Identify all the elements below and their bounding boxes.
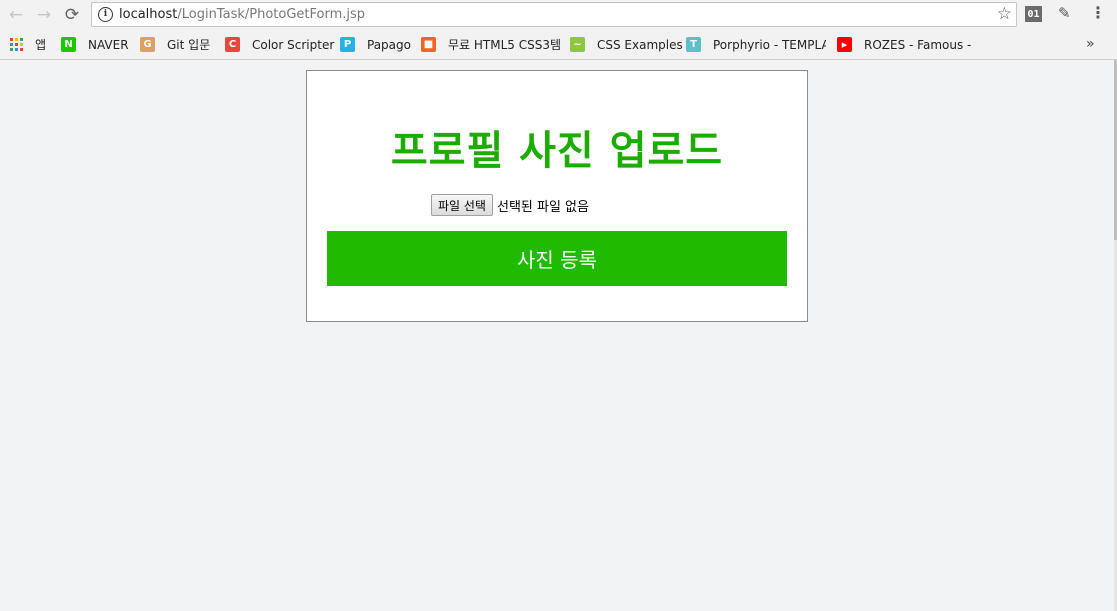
bookmark-label: Porphyrio - TEMPLA (713, 37, 826, 52)
bookmarks-bar: 앱 N NAVER G Git 입문 C Color Scripter P Pa… (0, 30, 1117, 60)
bookmark-label: 앱 (35, 38, 47, 52)
bookmark-rozes[interactable]: ▶ ROZES - Famous - Y (837, 30, 973, 59)
bookmark-label: Papago (367, 37, 411, 52)
eyedropper-icon[interactable]: ✎ (1058, 4, 1071, 22)
browser-menu-icon[interactable]: ⋮ (1090, 3, 1106, 22)
address-bar[interactable]: i localhost/LoginTask/PhotoGetForm.jsp ☆ (91, 2, 1017, 27)
css-examples-icon: ~ (570, 37, 585, 52)
papago-icon: P (340, 37, 355, 52)
bookmark-template[interactable]: ■ 무료 HTML5 CSS3템 (421, 30, 561, 59)
url-text: localhost/LoginTask/PhotoGetForm.jsp (119, 7, 365, 22)
naver-icon: N (61, 37, 76, 52)
bookmark-label: Git 입문 (167, 38, 211, 52)
choose-file-button[interactable]: 파일 선택 (431, 194, 493, 216)
bookmark-css-examples[interactable]: ~ CSS Examples (570, 30, 683, 59)
back-arrow-icon[interactable]: ← (4, 3, 28, 27)
bookmark-papago[interactable]: P Papago (340, 30, 411, 59)
bookmark-label: CSS Examples (597, 37, 683, 52)
url-path: /LoginTask/PhotoGetForm.jsp (177, 7, 366, 22)
bookmark-label: ROZES - Famous - Y (864, 37, 973, 52)
bookmark-label: Color Scripter (252, 37, 335, 52)
extension-01-icon[interactable]: 01 (1025, 6, 1042, 22)
bookmark-label: NAVER (88, 37, 129, 52)
bookmark-porphyrio[interactable]: T Porphyrio - TEMPLA (686, 30, 826, 59)
photo-upload-form: 프로필 사진 업로드 파일 선택 선택된 파일 없음 사진 등록 (306, 70, 808, 322)
git-icon: G (140, 37, 155, 52)
bookmark-apps[interactable]: 앱 (10, 30, 46, 59)
url-host: localhost (119, 7, 178, 22)
more-bookmarks-icon[interactable]: » (1086, 36, 1095, 52)
bookmark-label: 무료 HTML5 CSS3템 (448, 38, 562, 52)
file-input[interactable]: 파일 선택 선택된 파일 없음 (431, 194, 589, 216)
apps-grid-icon (10, 38, 23, 51)
info-icon[interactable]: i (98, 7, 113, 22)
bookmark-git[interactable]: G Git 입문 (140, 30, 210, 59)
youtube-icon: ▶ (837, 37, 852, 52)
bookmark-color-scripter[interactable]: C Color Scripter (225, 30, 334, 59)
reload-icon[interactable]: ⟳ (60, 3, 84, 27)
forward-arrow-icon[interactable]: → (32, 3, 56, 27)
browser-toolbar: ← → ⟳ i localhost/LoginTask/PhotoGetForm… (0, 0, 1117, 30)
template-icon: ■ (421, 37, 436, 52)
bookmark-naver[interactable]: N NAVER (61, 30, 129, 59)
page-title: 프로필 사진 업로드 (390, 128, 724, 174)
register-photo-button[interactable]: 사진 등록 (327, 231, 787, 286)
bookmark-star-icon[interactable]: ☆ (997, 4, 1012, 24)
file-status-text: 선택된 파일 없음 (496, 199, 589, 215)
color-scripter-icon: C (225, 37, 240, 52)
porphyrio-icon: T (686, 37, 701, 52)
